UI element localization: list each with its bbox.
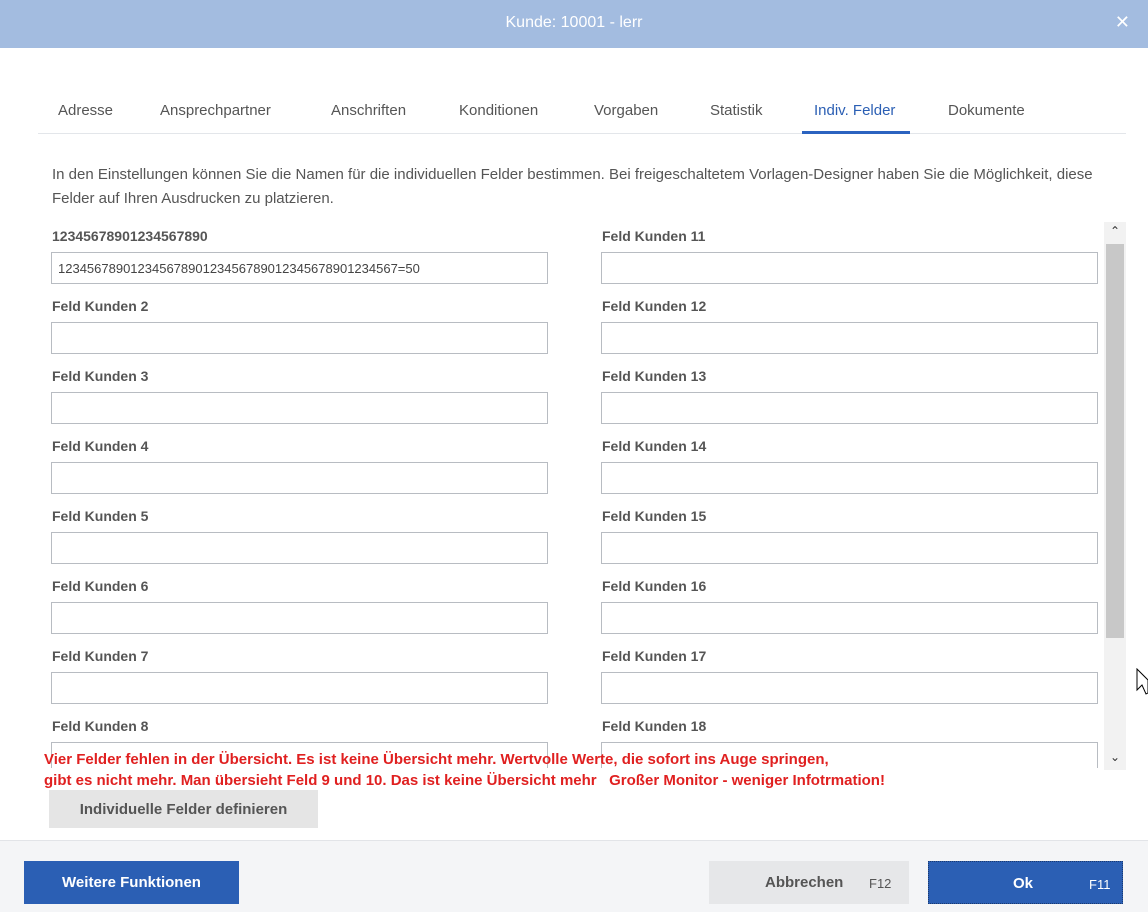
field-label-6: Feld Kunden 6 — [52, 578, 149, 594]
field-input-7[interactable] — [51, 672, 548, 704]
field-input-11[interactable] — [601, 252, 1098, 284]
field-label-15: Feld Kunden 15 — [602, 508, 707, 524]
field-input-2[interactable] — [51, 322, 548, 354]
scroll-thumb[interactable] — [1106, 244, 1124, 638]
tab-indiv-felder[interactable]: Indiv. Felder — [814, 102, 895, 119]
close-icon[interactable]: ✕ — [1115, 12, 1130, 32]
field-label-3: Feld Kunden 3 — [52, 368, 149, 384]
tab-anschriften[interactable]: Anschriften — [331, 102, 406, 119]
field-input-3[interactable] — [51, 392, 548, 424]
field-input-16[interactable] — [601, 602, 1098, 634]
field-label-4: Feld Kunden 4 — [52, 438, 149, 454]
field-input-14[interactable] — [601, 462, 1098, 494]
field-label-16: Feld Kunden 16 — [602, 578, 707, 594]
field-input-1[interactable] — [51, 252, 548, 284]
field-label-13: Feld Kunden 13 — [602, 368, 707, 384]
field-label-5: Feld Kunden 5 — [52, 508, 149, 524]
field-label-7: Feld Kunden 7 — [52, 648, 149, 664]
fields-scrollbar[interactable]: ⌃ ⌄ — [1104, 222, 1126, 770]
tab-vorgaben[interactable]: Vorgaben — [594, 102, 658, 119]
field-label-11: Feld Kunden 11 — [602, 228, 706, 244]
window-title: Kunde: 10001 - lerr — [505, 14, 643, 31]
scroll-down-icon[interactable]: ⌄ — [1104, 750, 1126, 768]
field-input-17[interactable] — [601, 672, 1098, 704]
tab-ansprechpartner[interactable]: Ansprechpartner — [160, 102, 271, 119]
mouse-cursor-icon — [1136, 668, 1148, 695]
annotation-line-1: Vier Felder fehlen in der Übersicht. Es … — [44, 751, 829, 768]
window-titlebar: Kunde: 10001 - lerr ✕ — [0, 0, 1148, 48]
define-fields-button[interactable]: Individuelle Felder definieren — [49, 790, 318, 828]
field-input-6[interactable] — [51, 602, 548, 634]
field-input-4[interactable] — [51, 462, 548, 494]
field-label-12: Feld Kunden 12 — [602, 298, 707, 314]
tab-bar: Adresse Ansprechpartner Anschriften Kond… — [38, 88, 1126, 134]
field-input-5[interactable] — [51, 532, 548, 564]
scroll-up-icon[interactable]: ⌃ — [1104, 224, 1126, 242]
field-label-17: Feld Kunden 17 — [602, 648, 707, 664]
dialog-footer: Weitere Funktionen Abbrechen F12 Ok F11 — [0, 840, 1148, 912]
ok-button-label: Ok — [1013, 875, 1034, 892]
field-input-13[interactable] — [601, 392, 1098, 424]
tab-konditionen[interactable]: Konditionen — [459, 102, 538, 119]
tab-adresse[interactable]: Adresse — [58, 102, 113, 119]
field-input-12[interactable] — [601, 322, 1098, 354]
field-label-14: Feld Kunden 14 — [602, 438, 707, 454]
active-tab-indicator — [802, 131, 910, 134]
field-input-15[interactable] — [601, 532, 1098, 564]
more-functions-button[interactable]: Weitere Funktionen — [24, 861, 239, 904]
field-label-2: Feld Kunden 2 — [52, 298, 149, 314]
info-text: In den Einstellungen können Sie die Name… — [52, 166, 1093, 207]
cancel-button[interactable]: Abbrechen F12 — [709, 861, 909, 904]
ok-button[interactable]: Ok F11 — [928, 861, 1123, 904]
tab-statistik[interactable]: Statistik — [710, 102, 763, 119]
field-label-18: Feld Kunden 18 — [602, 718, 707, 734]
cancel-button-label: Abbrechen — [765, 874, 844, 891]
annotation-line-2: gibt es nicht mehr. Man übersieht Feld 9… — [44, 772, 885, 789]
field-label-1: 12345678901234567890 — [52, 228, 208, 244]
ok-shortcut: F11 — [1089, 877, 1111, 892]
tab-dokumente[interactable]: Dokumente — [948, 102, 1025, 119]
field-label-8: Feld Kunden 8 — [52, 718, 149, 734]
cancel-shortcut: F12 — [869, 876, 892, 891]
red-annotation-text: Vier Felder fehlen in der Übersicht. Es … — [44, 749, 885, 791]
